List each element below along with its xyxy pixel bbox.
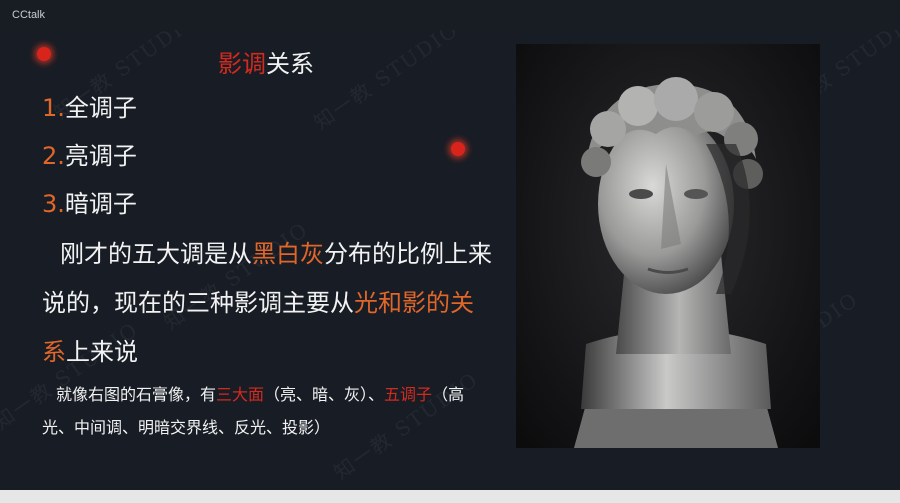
list-item: 3.暗调子	[42, 190, 137, 218]
slide-title: 影调关系	[218, 44, 314, 79]
title-bar: CCtalk	[0, 0, 900, 30]
list-item: 2.亮调子	[42, 142, 137, 170]
highlight-text: 三大面	[216, 385, 265, 404]
bust-illustration	[574, 77, 778, 448]
tone-list: 1.全调子 2.亮调子 3.暗调子	[42, 92, 137, 236]
highlight-text: 五调子	[384, 385, 433, 404]
highlight-text: 黑白灰	[252, 240, 324, 268]
window-title: CCtalk	[12, 9, 46, 21]
laser-pointer-dot	[451, 142, 465, 156]
app-window: CCtalk 知一教 STUDIO 知一教 STUDIO 知一教 STUDIO …	[0, 0, 900, 503]
plaster-bust-photo	[516, 44, 820, 448]
bottom-bar	[0, 490, 900, 503]
list-item: 1.全调子	[42, 94, 137, 122]
explanation-paragraph: 刚才的五大调是从黑白灰分布的比例上来说的，现在的三种影调主要从光和影的关系上来说	[42, 240, 492, 366]
slide: 知一教 STUDIO 知一教 STUDIO 知一教 STUDIO 知一教 STU…	[0, 30, 900, 490]
slide-title-accent: 影调	[218, 50, 266, 78]
example-note: 就像右图的石膏像，有三大面（亮、暗、灰）、五调子（高光、中间调、明暗交界线、反光…	[42, 385, 465, 437]
slide-title-rest: 关系	[266, 50, 314, 78]
watermark: 知一教 STUDIO	[309, 30, 463, 135]
laser-pointer-dot	[37, 47, 51, 61]
